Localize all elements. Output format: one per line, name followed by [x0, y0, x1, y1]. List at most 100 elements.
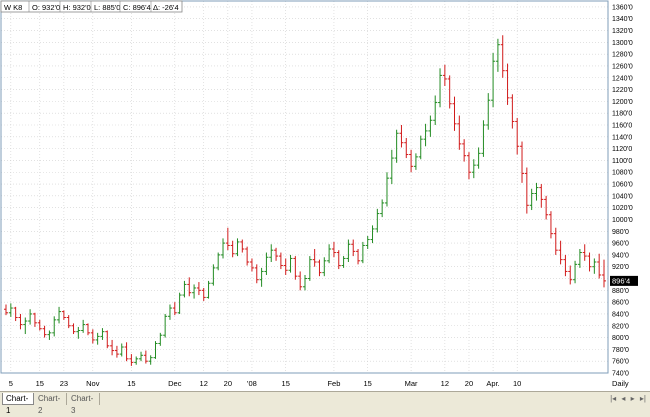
ohlc-bar — [394, 129, 399, 163]
ohlc-bar — [399, 125, 404, 148]
ohlc-bar — [331, 241, 336, 258]
ohlc-bar — [341, 256, 346, 268]
ohlc-bar — [85, 323, 90, 336]
ohlc-bar — [404, 137, 409, 159]
ohlc-bar — [568, 265, 573, 285]
ohlc-bar — [592, 258, 597, 274]
ohlc-bar — [100, 328, 105, 340]
x-tick-label: 10 — [513, 379, 521, 388]
ohlc-bar — [413, 153, 418, 170]
ohlc-bar — [61, 310, 66, 320]
x-tick-label: Nov — [86, 379, 100, 388]
y-tick-label: 1120'0 — [612, 146, 632, 153]
chart-application: 740'0 760'0 780'0 800'0 820'0 840'0 860'0 880'0… — [0, 0, 650, 415]
ohlc-bar — [515, 117, 520, 155]
x-tick-label: Dec — [168, 379, 182, 388]
y-tick-label: 960'0 — [612, 241, 629, 248]
price-chart[interactable]: 740'0 760'0 780'0 800'0 820'0 840'0 860'0 880'0… — [0, 0, 650, 391]
price-bars — [4, 35, 606, 366]
ohlc-bar — [172, 302, 177, 316]
ohlc-bar — [148, 355, 153, 365]
ohlc-bar — [375, 208, 380, 233]
ohlc-bar — [278, 252, 283, 270]
low-value: L: 885'0 — [94, 3, 120, 12]
ohlc-bar — [240, 239, 245, 253]
ohlc-bar — [307, 256, 312, 281]
ohlc-bar — [447, 75, 452, 109]
tab-chart-1[interactable]: Chart-1 — [2, 393, 34, 415]
y-tick-label: 1280'0 — [612, 52, 633, 59]
last-price-label: 896'4 — [612, 276, 630, 285]
ohlc-bar — [476, 147, 481, 169]
ohlc-bar — [303, 274, 307, 291]
ohlc-bar — [196, 282, 201, 296]
close-value: C: 896'4 — [123, 3, 151, 12]
ohlc-bar — [428, 115, 433, 137]
ohlc-bar — [119, 343, 124, 357]
ohlc-bar — [471, 159, 476, 179]
ohlc-bar — [495, 38, 500, 72]
ohlc-bar — [37, 319, 42, 331]
ohlc-bar — [201, 287, 206, 301]
ohlc-bar — [558, 240, 563, 265]
ohlc-bar — [370, 225, 375, 244]
ohlc-bar — [28, 309, 33, 325]
ohlc-bar — [143, 350, 148, 364]
ohlc-bar — [351, 239, 356, 257]
last-price-marker: 896'4 — [610, 275, 638, 286]
ohlc-bar — [283, 258, 288, 275]
y-tick-label: 1020'0 — [612, 205, 633, 212]
ohlc-bar — [577, 249, 582, 268]
chart-window[interactable]: 740'0 760'0 780'0 800'0 820'0 840'0 860'0 880'0… — [0, 0, 650, 391]
ohlc-bar — [317, 259, 322, 277]
ohlc-bar — [134, 356, 139, 365]
periodicity-label[interactable]: Daily — [612, 379, 629, 388]
x-tick-label: Mar — [405, 379, 418, 388]
ohlc-bar — [192, 284, 197, 299]
ohlc-bar — [442, 64, 447, 87]
ohlc-bar — [360, 241, 365, 264]
x-tick-label: 15 — [364, 379, 372, 388]
symbol-label: W K8 — [4, 3, 22, 12]
ohlc-bar — [129, 354, 134, 366]
ohlc-bar — [52, 316, 57, 337]
ohlc-bar — [293, 256, 298, 280]
chart-tab-bar: Chart-1 Chart-2 Chart-3 |◂ ◂ ▸ ▸| — [0, 391, 650, 415]
first-tab-icon[interactable]: |◂ — [610, 394, 616, 403]
ohlc-bar — [71, 323, 76, 335]
y-tick-label: 820'0 — [612, 323, 629, 330]
x-tick-label: '08 — [247, 379, 257, 388]
ohlc-bar — [312, 249, 317, 267]
ohlc-bar — [409, 149, 414, 173]
ohlc-bar — [500, 35, 505, 78]
ohlc-bar — [235, 238, 240, 257]
tab-chart-3[interactable]: Chart-3 — [68, 393, 100, 415]
x-tick-label: 5 — [9, 379, 13, 388]
ohlc-bar — [18, 313, 23, 330]
x-tick-label: 15 — [127, 379, 135, 388]
ohlc-bar — [259, 267, 264, 287]
ohlc-bar — [597, 253, 602, 279]
ohlc-bar — [510, 94, 515, 129]
ohlc-bar — [365, 236, 370, 249]
tab-navigation: |◂ ◂ ▸ ▸| — [607, 393, 646, 405]
last-tab-icon[interactable]: ▸| — [640, 394, 646, 403]
y-tick-label: 1000'0 — [612, 217, 633, 224]
ohlc-bar — [13, 306, 18, 322]
ohlc-bar — [274, 247, 279, 261]
high-value: H: 932'0 — [63, 3, 91, 12]
y-tick-label: 1160'0 — [612, 123, 632, 130]
tab-chart-2[interactable]: Chart-2 — [35, 393, 67, 415]
ohlc-bar — [187, 277, 192, 297]
next-tab-icon[interactable]: ▸ — [631, 394, 635, 403]
y-tick-label: 1320'0 — [612, 28, 633, 35]
ohlc-bar — [182, 280, 187, 298]
ohlc-bar — [433, 95, 438, 125]
x-tick-label: 12 — [441, 379, 449, 388]
ohlc-bar — [264, 252, 269, 275]
ohlc-bar — [211, 264, 216, 286]
prev-tab-icon[interactable]: ◂ — [621, 394, 625, 403]
ohlc-bar — [491, 52, 496, 108]
ohlc-bar — [221, 238, 226, 259]
ohlc-bar — [336, 250, 341, 270]
